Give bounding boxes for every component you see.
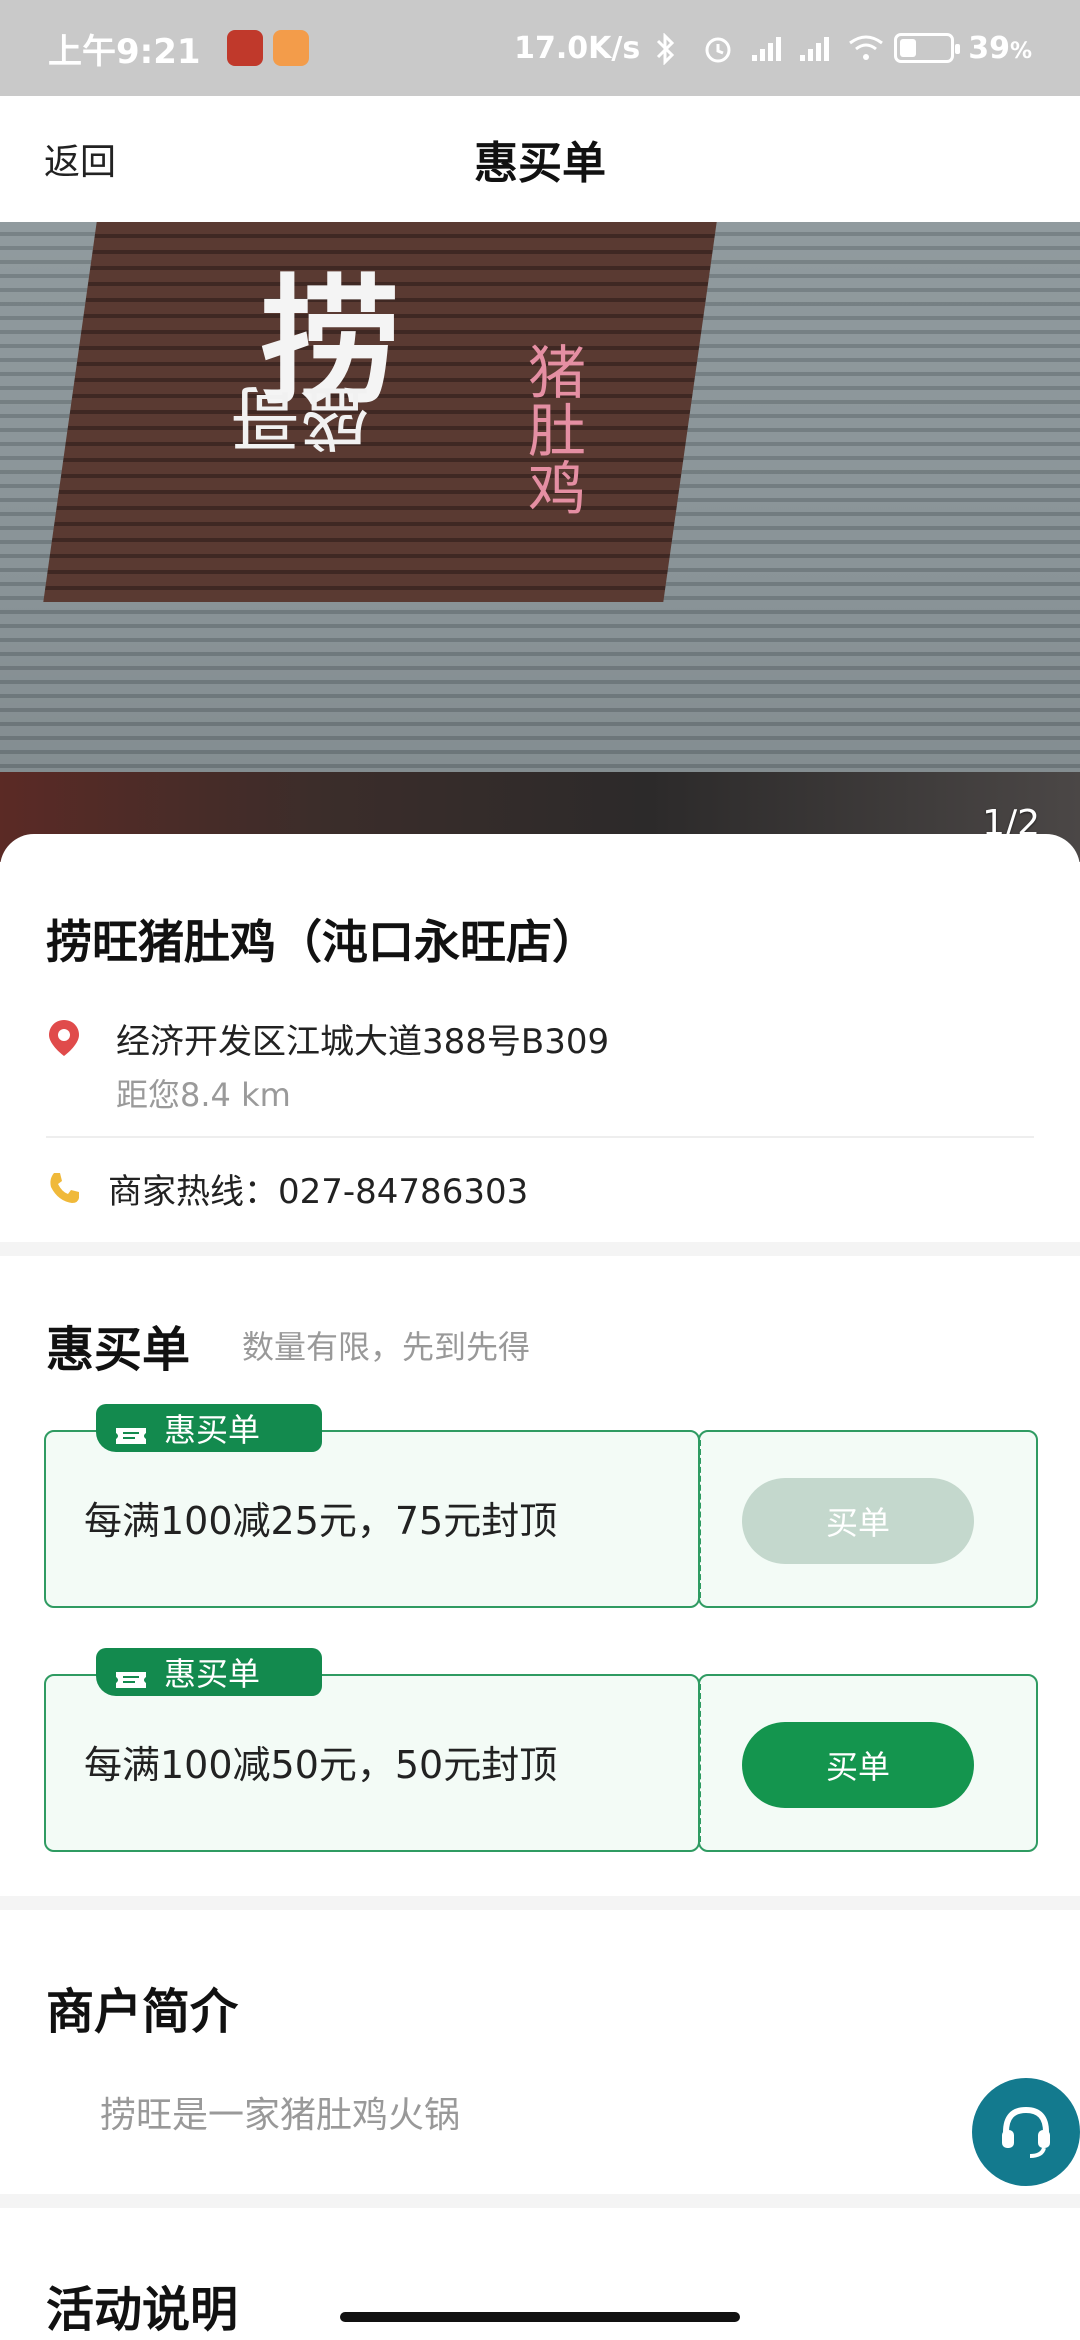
- deals-title: 惠买单: [46, 1322, 191, 1378]
- back-button[interactable]: 返回: [44, 133, 116, 185]
- paw-app-icon: [272, 30, 309, 66]
- ticket-icon: [114, 1661, 148, 1688]
- pay-button[interactable]: 买单: [742, 1478, 974, 1564]
- deals-subtitle: 数量有限，先到先得: [242, 1328, 531, 1366]
- deal-tag: 惠买单: [96, 1404, 322, 1452]
- store-image-carousel[interactable]: 捞 猪肚鸡 盛哥 1/2: [0, 222, 1080, 862]
- page-title: 惠买单: [474, 138, 606, 189]
- network-speed: 17.0K/s: [514, 30, 641, 66]
- section-separator: [0, 2194, 1080, 2208]
- page: 上午9:21 17.0K/s 39% 返回 惠买单 捞 猪肚鸡 盛哥 1/2 捞…: [0, 0, 1080, 2340]
- battery-level: 39%: [968, 30, 1032, 66]
- activity-title: 活动说明: [46, 2282, 239, 2338]
- store-address: 经济开发区江城大道388号B309: [116, 1022, 610, 1062]
- pos-app-icon: [226, 30, 263, 66]
- location-pin-icon: [46, 1018, 82, 1058]
- deal-card-divider: [698, 1684, 701, 1842]
- merchant-intro-title: 商户简介: [46, 1984, 239, 2040]
- signal-icon: [750, 33, 784, 63]
- section-separator: [0, 1242, 1080, 1256]
- sign-side-text: 盛哥: [230, 376, 370, 458]
- status-right: 17.0K/s 39%: [514, 31, 1032, 66]
- deal-tag-label: 惠买单: [164, 1655, 261, 1693]
- content-card: 捞旺猪肚鸡（沌口永旺店） 经济开发区江城大道388号B309 距您8.4 km …: [0, 834, 1080, 2340]
- deal-description: 每满100减50元，50元封顶: [84, 1743, 558, 1787]
- section-separator: [0, 1896, 1080, 1910]
- store-phone: 商家热线：027-84786303: [108, 1172, 529, 1212]
- deal-tag: 惠买单: [96, 1648, 322, 1696]
- battery-icon: [894, 33, 961, 63]
- pay-button[interactable]: 买单: [742, 1722, 974, 1808]
- sign-sub-text: 猪肚鸡: [518, 342, 586, 516]
- phone-icon: [46, 1170, 82, 1206]
- headset-icon: [994, 2098, 1058, 2166]
- deal-tag-label: 惠买单: [164, 1411, 261, 1449]
- status-time: 上午9:21: [48, 31, 201, 72]
- store-name: 捞旺猪肚鸡（沌口永旺店）: [46, 915, 598, 969]
- merchant-intro-text: 捞旺是一家猪肚鸡火锅: [100, 2095, 461, 2136]
- deal-card: 惠买单 每满100减50元，50元封顶 买单: [44, 1648, 1038, 1852]
- divider: [46, 1136, 1034, 1138]
- customer-service-button[interactable]: [972, 2078, 1080, 2186]
- deal-card-divider: [698, 1440, 701, 1598]
- deal-description: 每满100减25元，75元封顶: [84, 1499, 558, 1543]
- ticket-icon: [114, 1417, 148, 1444]
- signal-hd-icon: [798, 33, 832, 63]
- phone-row[interactable]: 商家热线：027-84786303: [46, 1164, 1046, 1224]
- wifi-icon: [846, 33, 884, 63]
- navigation-bar: 返回 惠买单: [0, 96, 1080, 222]
- alarm-icon: [702, 33, 736, 63]
- home-indicator[interactable]: [340, 2312, 740, 2322]
- bluetooth-icon: [654, 32, 688, 66]
- status-bar: 上午9:21 17.0K/s 39%: [0, 0, 1080, 96]
- store-distance: 距您8.4 km: [116, 1076, 291, 1114]
- deal-card: 惠买单 每满100减25元，75元封顶 买单: [44, 1404, 1038, 1608]
